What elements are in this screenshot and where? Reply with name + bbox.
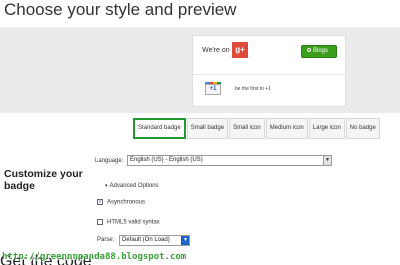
- plusone-count-text: be the first to +1: [235, 86, 271, 92]
- asynchronous-label: Asynchronous: [107, 199, 146, 206]
- tab-medium-icon[interactable]: Medium icon: [265, 118, 308, 139]
- tab-small-icon[interactable]: Small icon: [229, 118, 265, 139]
- html5-checkbox[interactable]: [97, 219, 103, 225]
- plusone-button[interactable]: +1: [205, 84, 221, 95]
- tab-large-icon[interactable]: Large icon: [308, 118, 345, 139]
- follow-button-label: Blogs: [313, 48, 329, 54]
- gplus-logo-icon: g+: [232, 42, 248, 58]
- page-title: Choose your style and preview: [4, 0, 237, 19]
- asynchronous-checkbox[interactable]: ✓: [97, 199, 103, 205]
- html5-label: HTML5 valid syntax: [107, 219, 160, 226]
- tab-no-badge[interactable]: No badge: [345, 118, 380, 139]
- tab-standard-badge[interactable]: Standard badge: [133, 118, 186, 139]
- customize-heading: Customize your badge: [4, 168, 83, 192]
- parse-label: Parse:: [97, 237, 115, 243]
- were-on-label: We're on: [202, 47, 230, 54]
- caret-down-icon: ▾: [105, 183, 108, 189]
- page-root: Choose your style and preview We're on g…: [0, 0, 400, 265]
- chevron-down-icon: ▼: [181, 236, 189, 245]
- circle-icon: [307, 48, 311, 53]
- html5-option: HTML5 valid syntax: [97, 219, 160, 226]
- badge-style-tabs: Standard badge Small badge Small icon Me…: [133, 118, 381, 139]
- language-label: Language:: [95, 158, 124, 164]
- badge-divider: [193, 74, 347, 75]
- language-select-value: English (US) - English (US): [130, 157, 203, 163]
- badge-header: We're on g+ Blogs: [193, 36, 347, 66]
- follow-button[interactable]: Blogs: [301, 45, 337, 58]
- language-select[interactable]: English (US) - English (US) ▼: [127, 155, 332, 166]
- watermark: http://greennnpanda88.blogspot.com: [2, 252, 187, 262]
- advanced-options-toggle[interactable]: ▾ Advanced Options: [105, 183, 159, 189]
- badge-preview: We're on g+ Blogs +1 be the first to +1: [192, 35, 347, 107]
- advanced-options-label: Advanced Options: [109, 183, 159, 189]
- parse-select[interactable]: Default (On Load) ▼: [119, 235, 190, 246]
- asynchronous-option: ✓ Asynchronous: [97, 199, 145, 206]
- parse-select-value: Default (On Load): [122, 237, 170, 243]
- chevron-down-icon: ▼: [323, 156, 331, 165]
- tab-small-badge[interactable]: Small badge: [186, 118, 229, 139]
